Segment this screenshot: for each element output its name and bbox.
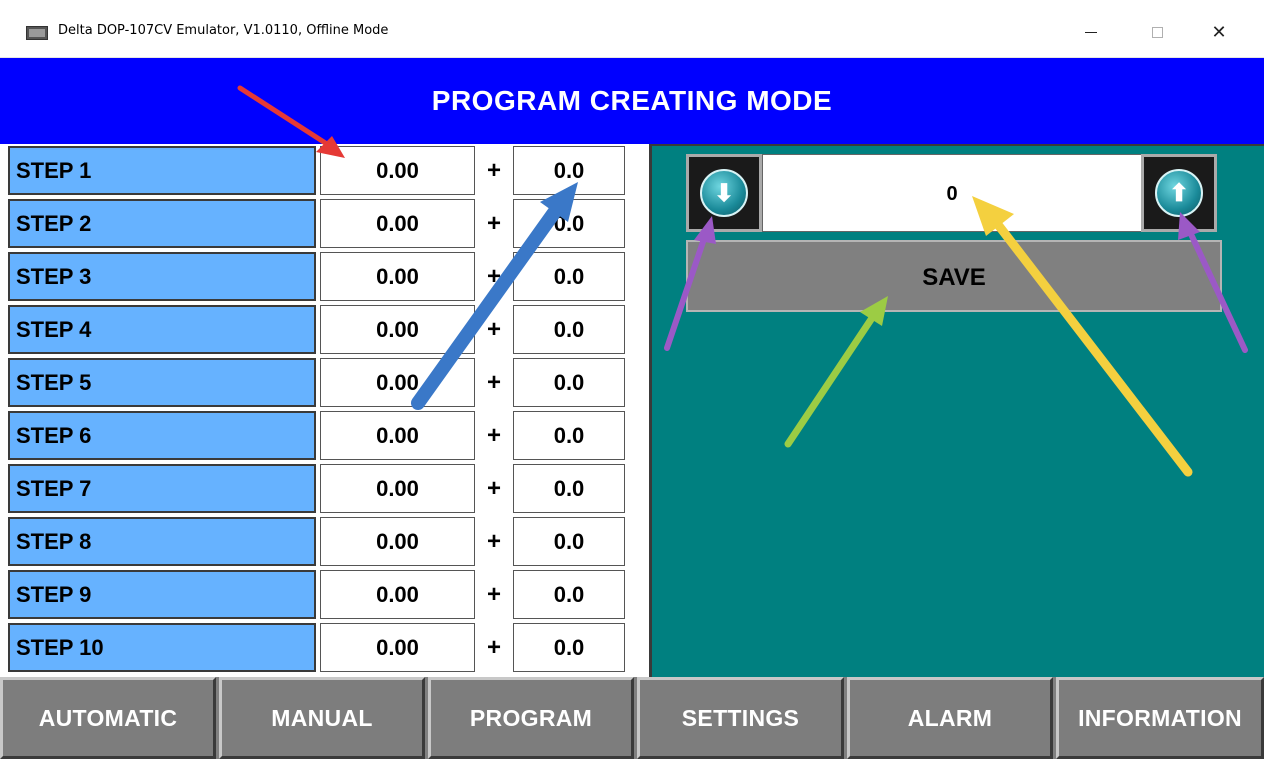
step-value-field[interactable]: 0.00: [320, 358, 475, 407]
nav-manual-button[interactable]: MANUAL: [219, 677, 425, 759]
step-label: STEP 9: [8, 570, 316, 619]
plus-operator: +: [486, 156, 501, 184]
plus-operator: +: [486, 368, 501, 396]
step-row: STEP 5 0.00 + 0.0: [0, 356, 648, 409]
nav-program-button[interactable]: PROGRAM: [428, 677, 634, 759]
step-label: STEP 1: [8, 146, 316, 195]
steps-table: STEP 1 0.00 + 0.0 STEP 2 0.00 + 0.0 STEP…: [0, 144, 648, 677]
step-row: STEP 4 0.00 + 0.0: [0, 303, 648, 356]
step-label: STEP 3: [8, 252, 316, 301]
step-value-field[interactable]: 0.00: [320, 146, 475, 195]
nav-information-button[interactable]: INFORMATION: [1056, 677, 1264, 759]
step-value-field[interactable]: 0.00: [320, 252, 475, 301]
plus-operator: +: [486, 315, 501, 343]
window-title: Delta DOP-107CV Emulator, V1.0110, Offli…: [58, 23, 389, 38]
close-button[interactable]: ✕: [1196, 14, 1242, 50]
increment-button[interactable]: ⬆: [1141, 154, 1217, 232]
page-title: PROGRAM CREATING MODE: [0, 58, 1264, 144]
arrow-down-circle-icon: ⬇: [700, 169, 748, 217]
step-value-field[interactable]: 0.00: [320, 305, 475, 354]
step-row: STEP 9 0.00 + 0.0: [0, 568, 648, 621]
step-offset-field[interactable]: 0.0: [513, 570, 625, 619]
step-label: STEP 4: [8, 305, 316, 354]
step-label: STEP 7: [8, 464, 316, 513]
plus-operator: +: [486, 527, 501, 555]
step-label: STEP 5: [8, 358, 316, 407]
step-offset-field[interactable]: 0.0: [513, 146, 625, 195]
step-row: STEP 1 0.00 + 0.0: [0, 144, 648, 197]
minimize-icon: [1085, 31, 1097, 33]
step-value-field[interactable]: 0.00: [320, 411, 475, 460]
step-offset-field[interactable]: 0.0: [513, 517, 625, 566]
step-row: STEP 10 0.00 + 0.0: [0, 621, 648, 674]
step-offset-field[interactable]: 0.0: [513, 464, 625, 513]
step-label: STEP 10: [8, 623, 316, 672]
program-panel: ⬇ 0 ⬆ SAVE: [649, 144, 1264, 677]
window-title-bar: Delta DOP-107CV Emulator, V1.0110, Offli…: [0, 0, 1264, 58]
save-button[interactable]: SAVE: [686, 240, 1222, 312]
step-label: STEP 8: [8, 517, 316, 566]
step-value-field[interactable]: 0.00: [320, 623, 475, 672]
step-offset-field[interactable]: 0.0: [513, 252, 625, 301]
step-value-field[interactable]: 0.00: [320, 464, 475, 513]
plus-operator: +: [486, 580, 501, 608]
step-value-field[interactable]: 0.00: [320, 570, 475, 619]
plus-operator: +: [486, 633, 501, 661]
step-row: STEP 3 0.00 + 0.0: [0, 250, 648, 303]
step-row: STEP 2 0.00 + 0.0: [0, 197, 648, 250]
plus-operator: +: [486, 421, 501, 449]
plus-operator: +: [486, 209, 501, 237]
minimize-button[interactable]: [1068, 14, 1114, 50]
nav-alarm-button[interactable]: ALARM: [847, 677, 1053, 759]
step-offset-field[interactable]: 0.0: [513, 358, 625, 407]
maximize-button[interactable]: [1134, 14, 1180, 50]
step-row: STEP 6 0.00 + 0.0: [0, 409, 648, 462]
plus-operator: +: [486, 262, 501, 290]
step-value-field[interactable]: 0.00: [320, 517, 475, 566]
plus-operator: +: [486, 474, 501, 502]
app-icon: [26, 26, 48, 40]
program-number-display[interactable]: 0: [762, 154, 1142, 232]
step-offset-field[interactable]: 0.0: [513, 411, 625, 460]
decrement-button[interactable]: ⬇: [686, 154, 762, 232]
step-value-field[interactable]: 0.00: [320, 199, 475, 248]
arrow-up-circle-icon: ⬆: [1155, 169, 1203, 217]
step-offset-field[interactable]: 0.0: [513, 199, 625, 248]
step-label: STEP 6: [8, 411, 316, 460]
nav-automatic-button[interactable]: AUTOMATIC: [0, 677, 216, 759]
step-offset-field[interactable]: 0.0: [513, 623, 625, 672]
step-label: STEP 2: [8, 199, 316, 248]
step-row: STEP 7 0.00 + 0.0: [0, 462, 648, 515]
step-offset-field[interactable]: 0.0: [513, 305, 625, 354]
bottom-nav: AUTOMATIC MANUAL PROGRAM SETTINGS ALARM …: [0, 677, 1264, 759]
nav-settings-button[interactable]: SETTINGS: [637, 677, 844, 759]
step-row: STEP 8 0.00 + 0.0: [0, 515, 648, 568]
maximize-icon: [1151, 26, 1163, 38]
